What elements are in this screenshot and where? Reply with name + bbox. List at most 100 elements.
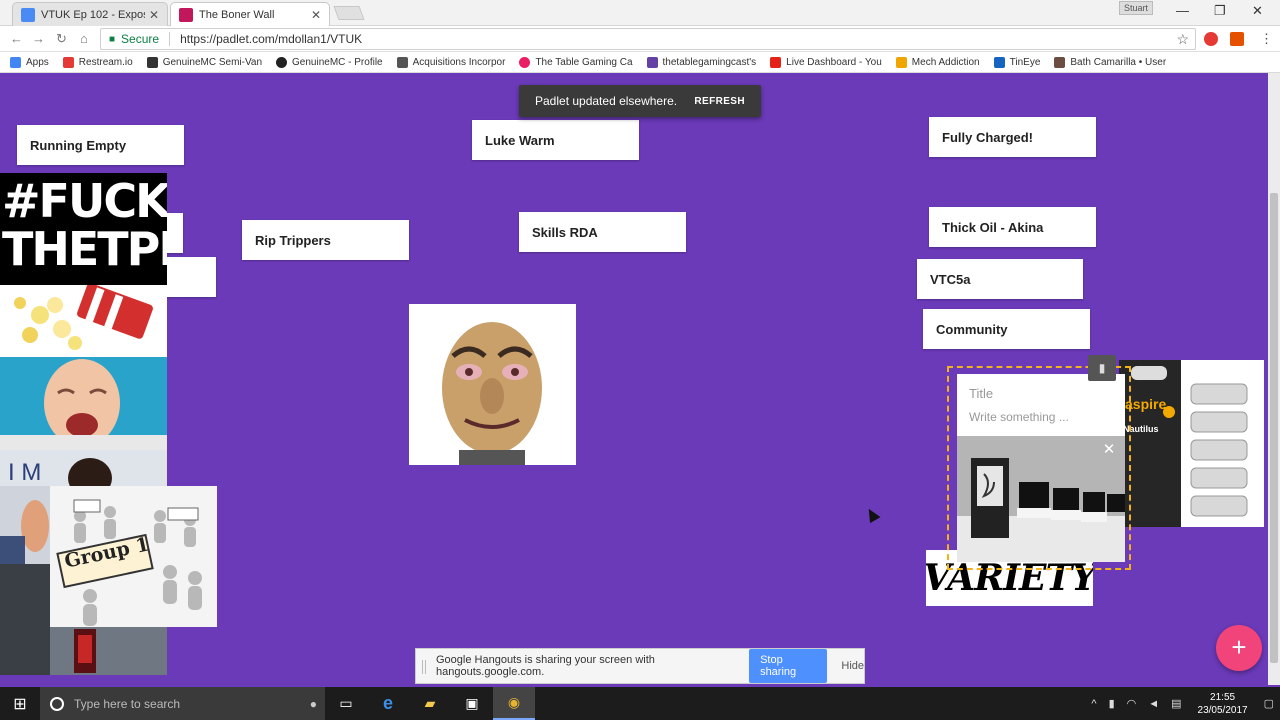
- post-title: Community: [936, 321, 1008, 337]
- bookmark-tineye[interactable]: TinEye: [993, 56, 1040, 68]
- image-post-group[interactable]: Group 1: [50, 486, 217, 627]
- back-icon[interactable]: ←: [10, 31, 23, 46]
- hide-button[interactable]: Hide: [841, 660, 864, 672]
- bookmark-label: Restream.io: [78, 56, 133, 68]
- post-body-input[interactable]: Write something ...: [969, 410, 1069, 424]
- url-field[interactable]: ■ Secure https://padlet.com/mdollan1/VTU…: [100, 28, 1196, 50]
- post-running-empty[interactable]: Running Empty: [17, 125, 184, 165]
- bookmark-label: GenuineMC Semi-Van: [162, 56, 263, 68]
- forward-icon[interactable]: →: [32, 31, 45, 46]
- padlet-favicon-icon: [179, 7, 193, 22]
- store-icon[interactable]: ▣: [451, 687, 493, 720]
- opera-extension-icon[interactable]: [1204, 32, 1218, 46]
- update-toast: Padlet updated elsewhere. REFRESH: [519, 85, 761, 117]
- post-skills-rda[interactable]: Skills RDA: [519, 212, 686, 252]
- trash-icon[interactable]: ▮: [1088, 355, 1116, 381]
- scrollbar-thumb[interactable]: [1270, 193, 1278, 663]
- post-fully-charged[interactable]: Fully Charged!: [929, 117, 1096, 157]
- post-editor[interactable]: Title Write something ...: [957, 374, 1125, 562]
- lock-icon: ■: [109, 33, 116, 45]
- bookmark-label: Bath Camarilla • User: [1070, 56, 1167, 68]
- battery-icon[interactable]: ▮: [1109, 697, 1115, 710]
- refresh-button[interactable]: REFRESH: [694, 96, 745, 107]
- tray-expand-icon[interactable]: ^: [1091, 698, 1096, 710]
- extension-icon[interactable]: [1230, 32, 1244, 46]
- taskbar-search[interactable]: Type here to search ●: [40, 687, 325, 720]
- mech-icon: [895, 56, 907, 68]
- bookmark-genuinemc-semi[interactable]: GenuineMC Semi-Van: [146, 56, 263, 68]
- chrome-icon[interactable]: ◉: [493, 687, 535, 720]
- image-post-hashtag[interactable]: #FUCK THETPD: [0, 173, 167, 285]
- task-view-icon[interactable]: ▭: [325, 687, 367, 720]
- search-placeholder: Type here to search: [74, 696, 181, 711]
- keyboard-icon[interactable]: ▤: [1171, 697, 1181, 710]
- restream-icon: [62, 56, 74, 68]
- scrollbar[interactable]: [1268, 73, 1280, 685]
- bookmark-label: GenuineMC - Profile: [292, 56, 383, 68]
- clock[interactable]: 21:55 23/05/2017: [1198, 691, 1248, 717]
- volume-icon[interactable]: ◄: [1148, 698, 1159, 710]
- image-post-phonebox[interactable]: [50, 627, 167, 675]
- tab-vtuk-doc[interactable]: VTUK Ep 102 - Expos eh ✕: [12, 2, 168, 26]
- image-post-aspire[interactable]: aspire Nautilus: [1119, 360, 1264, 527]
- close-icon[interactable]: ✕: [149, 8, 159, 22]
- close-icon[interactable]: ✕: [311, 8, 321, 22]
- image-post-crying-baby[interactable]: [0, 357, 167, 450]
- image-post-man[interactable]: I M: [0, 450, 167, 486]
- bookmark-mech-addiction[interactable]: Mech Addiction: [895, 56, 980, 68]
- svg-text:I M: I M: [8, 459, 41, 486]
- microphone-icon[interactable]: ●: [310, 697, 317, 711]
- post-rip-trippers[interactable]: Rip Trippers: [242, 220, 409, 260]
- image-text-line: #FUCK: [2, 174, 167, 228]
- windows-start-icon[interactable]: ⊞: [0, 687, 40, 720]
- post-title: Rip Trippers: [255, 232, 331, 248]
- post-vtc5a[interactable]: VTC5a: [917, 259, 1083, 299]
- minimize-icon[interactable]: —: [1176, 3, 1189, 18]
- notifications-icon[interactable]: ▢: [1264, 697, 1274, 710]
- image-text-line: THETPD: [2, 222, 167, 276]
- restore-icon[interactable]: ❐: [1214, 3, 1226, 19]
- post-title: Running Empty: [30, 137, 127, 153]
- profile-button[interactable]: Stuart: [1119, 1, 1153, 15]
- image-post-hand[interactable]: [0, 486, 50, 564]
- man-photo-illustration: I M: [0, 450, 167, 486]
- twitch-icon: [646, 56, 658, 68]
- post-luke-warm[interactable]: Luke Warm: [472, 120, 639, 160]
- tab-boner-wall[interactable]: The Boner Wall ✕: [170, 2, 330, 26]
- toast-message: Padlet updated elsewhere.: [535, 94, 678, 108]
- bookmark-label: thetablegamingcast's: [662, 56, 757, 68]
- remove-attachment-close-icon[interactable]: ✕: [1099, 440, 1119, 460]
- file-explorer-icon[interactable]: ▰: [409, 687, 451, 720]
- secure-label: Secure: [121, 32, 160, 46]
- drag-handle-icon[interactable]: [422, 660, 426, 674]
- bookmark-star-icon[interactable]: ☆: [1176, 31, 1189, 48]
- image-post-street[interactable]: [0, 564, 50, 675]
- home-icon[interactable]: ⌂: [80, 31, 88, 46]
- bookmark-genuinemc-profile[interactable]: GenuineMC - Profile: [276, 56, 383, 68]
- stop-sharing-button[interactable]: Stop sharing: [749, 649, 828, 683]
- bookmark-table-gaming[interactable]: The Table Gaming Ca: [519, 56, 633, 68]
- post-title-input[interactable]: Title: [969, 386, 993, 401]
- bookmark-acquisitions[interactable]: Acquisitions Incorpor: [396, 56, 505, 68]
- bookmark-bath-camarilla[interactable]: Bath Camarilla • User: [1054, 56, 1167, 68]
- post-thick-oil[interactable]: Thick Oil - Akina: [929, 207, 1096, 247]
- hand-illustration: [0, 500, 49, 564]
- youtube-icon: [770, 56, 782, 68]
- bookmark-restream[interactable]: Restream.io: [62, 56, 133, 68]
- new-tab-button[interactable]: [333, 6, 365, 20]
- edge-icon[interactable]: e: [367, 687, 409, 720]
- add-post-button[interactable]: +: [1216, 625, 1262, 671]
- post-community[interactable]: Community: [923, 309, 1090, 349]
- network-icon[interactable]: ◠: [1127, 697, 1137, 710]
- bookmark-apps[interactable]: Apps: [10, 56, 49, 68]
- image-post-popcorn[interactable]: [0, 285, 167, 357]
- close-window-icon[interactable]: ✕: [1252, 3, 1263, 19]
- bookmark-twitch[interactable]: thetablegamingcast's: [646, 56, 757, 68]
- reload-icon[interactable]: ↻: [56, 31, 67, 47]
- image-post-mask[interactable]: [409, 304, 576, 465]
- castle-icon: [1054, 56, 1066, 68]
- post-title: Skills RDA: [532, 224, 598, 240]
- taskbar: ⊞ Type here to search ● ▭ e ▰ ▣ ◉ ^ ▮ ◠ …: [0, 687, 1280, 720]
- menu-icon[interactable]: ⋮: [1260, 31, 1273, 47]
- bookmark-live-dashboard[interactable]: Live Dashboard - You: [770, 56, 882, 68]
